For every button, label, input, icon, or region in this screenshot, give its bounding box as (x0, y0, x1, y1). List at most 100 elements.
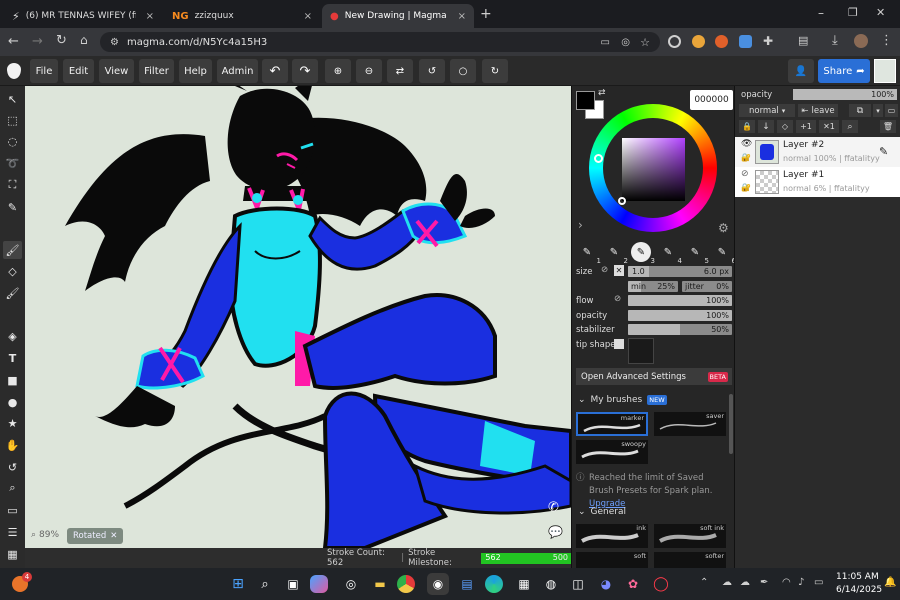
brush-preset-saver[interactable]: saver (654, 412, 726, 436)
search-icon[interactable]: ⌕ (254, 573, 276, 595)
download-icon[interactable]: ⤓ (832, 33, 838, 48)
new-tab-button[interactable]: + (480, 6, 492, 22)
ellipse-tool-icon[interactable]: ● (3, 393, 22, 411)
brush-slot-5[interactable]: ✎ 5 (685, 242, 709, 266)
eraser-tool-icon[interactable]: ◇ (3, 262, 22, 280)
chrome-menu-icon[interactable]: ⋮ (880, 33, 893, 48)
maximize-button[interactable]: ❐ (848, 6, 858, 19)
url-field[interactable]: ⚙ magma.com/d/N5Yc4a15H3 ▭ ◎ ☆ (100, 32, 660, 52)
smudge-tool-icon[interactable]: 🖌 (3, 284, 22, 302)
tip-shape-toggle[interactable] (614, 339, 624, 349)
stabilizer-slider[interactable]: 50% (628, 324, 732, 335)
brush-tool-icon[interactable]: 🖌 (3, 241, 22, 259)
tab-close-icon[interactable]: × (146, 11, 154, 22)
layer-lock-icon[interactable]: 🔐 (741, 153, 751, 162)
opera-icon[interactable]: ◯ (650, 573, 672, 595)
flow-slider[interactable]: 100% (628, 295, 732, 306)
forward-icon[interactable]: → (32, 34, 43, 49)
reset-rotation-button[interactable]: ○ (450, 59, 476, 83)
comment-tool-icon[interactable]: ▭ (3, 501, 22, 519)
zoom-tool-icon[interactable]: ⌕ (3, 479, 22, 497)
store-icon[interactable]: ▦ (513, 573, 535, 595)
tip-shape-preview[interactable] (628, 338, 654, 364)
cloud-sync-icon[interactable]: ☁ (740, 577, 750, 588)
rotated-badge[interactable]: Rotated ✕ (67, 528, 124, 544)
tab-magma[interactable]: ● New Drawing | Magma × (322, 4, 474, 28)
hex-color-input[interactable]: 000000 (690, 90, 733, 110)
cast-icon[interactable]: ▭ (601, 37, 610, 48)
pressure-icon[interactable]: ⊘ (614, 294, 621, 304)
eye-icon[interactable]: 👁 (741, 139, 752, 149)
wifi-icon[interactable]: ◠ (782, 577, 791, 588)
chat-app-icon[interactable]: ◫ (567, 573, 589, 595)
film-icon[interactable]: ▦ (3, 545, 22, 563)
brush-slot-1[interactable]: ✎ 1 (577, 242, 601, 266)
hue-picker-handle[interactable] (594, 154, 603, 163)
jitter-slider[interactable]: jitter 0% (682, 281, 732, 292)
drawing-canvas[interactable]: ⌕ 89% Rotated ✕ ✆ 💬 (25, 86, 571, 548)
brush-preset-marker[interactable]: marker (576, 412, 648, 436)
sv-picker-handle[interactable] (618, 197, 626, 205)
move-tool-icon[interactable]: ↖ (3, 90, 22, 108)
flip-view-button[interactable]: ⇄ (387, 59, 413, 83)
brush-slot-3[interactable]: ✎ 3 (631, 242, 655, 265)
layer-menu-button[interactable]: ▾ (873, 104, 883, 117)
copilot-icon[interactable] (310, 575, 328, 593)
merge-down-icon[interactable]: ↓ (758, 120, 774, 133)
size-toggle[interactable]: ✕ (614, 265, 624, 276)
swap-colors-icon[interactable]: ⇄ (598, 88, 606, 98)
volume-icon[interactable]: ♪ (798, 577, 804, 588)
reload-icon[interactable]: ↻ (56, 33, 67, 48)
edge-icon[interactable] (485, 575, 503, 593)
extension-icon[interactable] (739, 35, 752, 48)
close-icon[interactable]: ✕ (110, 531, 117, 541)
hand-tool-icon[interactable]: ✋ (3, 436, 22, 454)
tab-close-icon[interactable]: × (458, 11, 466, 22)
add-user-button[interactable]: 👤 (788, 59, 814, 83)
clock-date[interactable]: 6/14/2025 (836, 585, 882, 595)
zoom-out-button[interactable]: ⊖ (356, 59, 382, 83)
layer-item-1[interactable]: ⊘ 🔐 Layer #1 normal 6% | ffatalityy (735, 167, 900, 197)
battery-icon[interactable]: ▭ (814, 577, 823, 588)
rotate-left-button[interactable]: ↺ (419, 59, 445, 83)
minimize-button[interactable]: – (818, 6, 824, 20)
extension-icon[interactable] (715, 35, 728, 48)
advanced-settings-button[interactable]: Open Advanced Settings BETA (576, 368, 732, 385)
primary-color-swatch[interactable] (576, 91, 595, 110)
pressure-icon[interactable]: ⊘ (601, 265, 608, 275)
chat-icon[interactable]: 💬 (548, 525, 563, 539)
panel-scrollbar[interactable] (729, 394, 733, 454)
eye-off-icon[interactable]: ◎ (621, 37, 630, 48)
close-window-button[interactable]: ✕ (876, 6, 885, 19)
zoom-in-button[interactable]: ⊕ (325, 59, 351, 83)
file-menu[interactable]: File (30, 59, 58, 83)
site-info-icon[interactable]: ⚙ (110, 37, 119, 48)
layer-settings-button[interactable]: ▭ (885, 104, 898, 117)
opacity-slider[interactable]: 100% (628, 310, 732, 321)
share-button[interactable]: Share ➦ (818, 59, 870, 83)
rotate-right-button[interactable]: ↻ (482, 59, 508, 83)
back-icon[interactable]: ← (8, 34, 19, 49)
tab-zzizquux[interactable]: NG zzizquux × (164, 4, 320, 28)
notes-icon[interactable]: ▤ (456, 573, 478, 595)
notifications-bell-icon[interactable]: 🔔 (884, 577, 896, 588)
extension-icon[interactable] (692, 35, 705, 48)
chevron-right-icon[interactable]: › (578, 218, 583, 232)
eyedropper-tool-icon[interactable]: ✎ (3, 198, 22, 216)
new-layer-button[interactable]: ⧉ (849, 104, 871, 117)
leave-button[interactable]: ⇤ leave (798, 104, 838, 117)
zoom-indicator[interactable]: ⌕ 89% (31, 530, 59, 540)
my-brushes-header[interactable]: ⌄ My brushes NEW (578, 395, 667, 405)
admin-menu[interactable]: Admin (217, 59, 258, 83)
home-icon[interactable]: ⌂ (80, 33, 88, 47)
layer-opacity-slider[interactable]: 100% (793, 89, 897, 100)
tab-search-icon[interactable]: ▤ (798, 34, 808, 47)
shape-star-icon[interactable]: ★ (3, 414, 22, 432)
frames-icon[interactable]: ☰ (3, 523, 22, 541)
delete-layer-icon[interactable]: 🗑 (880, 120, 896, 133)
size-slider[interactable]: 1.0 6.0 px (628, 266, 732, 277)
help-menu[interactable]: Help (179, 59, 212, 83)
rect-select-tool-icon[interactable]: ⬚ (3, 111, 22, 129)
view-menu[interactable]: View (99, 59, 134, 83)
rotate-view-tool-icon[interactable]: ↺ (3, 458, 22, 476)
